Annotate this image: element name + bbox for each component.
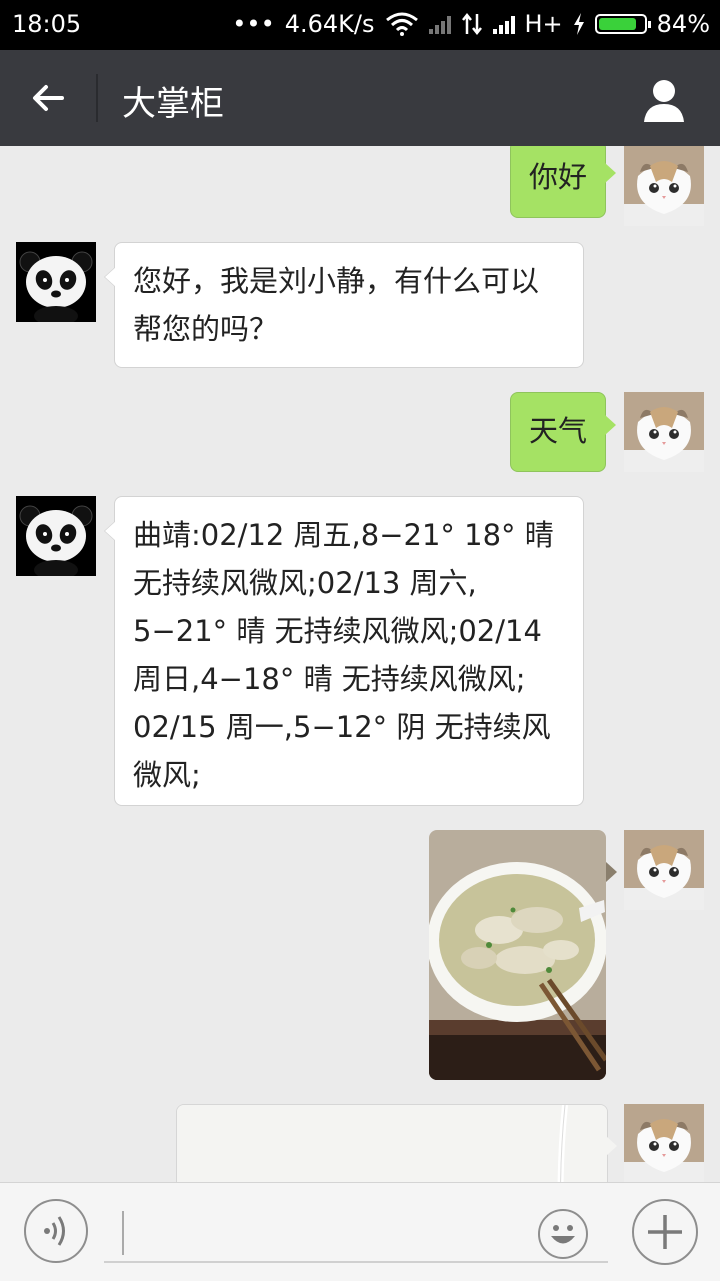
image-message[interactable] <box>429 830 606 1080</box>
contact-avatar[interactable] <box>16 496 96 576</box>
more-dots: ••• <box>232 10 275 38</box>
location-message[interactable] <box>176 1104 608 1182</box>
message-input[interactable] <box>104 1261 608 1263</box>
battery-icon <box>594 14 651 34</box>
header-divider <box>96 74 98 122</box>
dumplings-soup-photo <box>429 830 606 1080</box>
voice-button[interactable] <box>24 1199 88 1263</box>
message-text: 天气 <box>528 414 587 448</box>
message-text: 曲靖:02/12 周五,8−21° 18° 晴 无持续风微风;02/13 周六,… <box>133 518 554 792</box>
message-text: 您好，我是刘小静，有什么可以帮您的吗？ <box>133 264 540 346</box>
map-location <box>177 1105 607 1182</box>
message-text: 你好 <box>528 160 587 194</box>
my-avatar[interactable] <box>624 1104 704 1182</box>
data-transfer-icon <box>461 12 482 36</box>
battery-percent: 84% <box>656 10 710 38</box>
clock: 18:05 <box>12 10 82 38</box>
my-avatar[interactable] <box>624 830 704 910</box>
signal-icon-sim1 <box>428 14 451 34</box>
signal-icon-sim2 <box>492 14 515 34</box>
panda-avatar-image <box>16 242 96 322</box>
emoji-button[interactable] <box>538 1209 588 1259</box>
charging-icon <box>573 13 584 35</box>
plus-icon <box>648 1215 682 1249</box>
wifi-icon <box>385 12 418 36</box>
contact-avatar[interactable] <box>16 242 96 322</box>
chat-title: 大掌柜 <box>122 84 224 124</box>
my-avatar[interactable] <box>624 146 704 226</box>
image-bubble-tail <box>606 862 617 882</box>
status-indicators: ••• 4.64K/s H+ 84% <box>232 10 710 38</box>
chat-header: 大掌柜 <box>0 50 720 146</box>
message-bubble-outgoing[interactable]: 天气 <box>509 392 617 472</box>
emoji-icon <box>551 1225 575 1244</box>
location-bubble-tail <box>606 1136 617 1156</box>
panda-avatar-image <box>16 496 96 576</box>
message-bubble-incoming[interactable]: 曲靖:02/12 周五,8−21° 18° 晴 无持续风微风;02/13 周六,… <box>104 496 584 806</box>
message-list[interactable]: 你好 您好，我是刘小静，有什么可以帮您的吗？ 天气 曲靖:02/12 周五,8−… <box>0 146 720 1182</box>
more-button[interactable] <box>632 1199 698 1265</box>
cat-avatar-image <box>624 1104 704 1182</box>
network-type: H+ <box>524 10 563 38</box>
status-bar: 18:05 ••• 4.64K/s H+ 84% <box>0 0 720 50</box>
net-speed: 4.64K/s <box>284 10 375 38</box>
cat-avatar-image <box>624 146 704 226</box>
arrow-left-icon[interactable] <box>28 78 68 118</box>
battery-fill <box>598 18 636 30</box>
my-avatar[interactable] <box>624 392 704 472</box>
person-icon[interactable] <box>642 78 686 122</box>
text-cursor <box>122 1211 124 1255</box>
message-bubble-outgoing[interactable]: 你好 <box>509 146 617 218</box>
cat-avatar-image <box>624 830 704 910</box>
voice-icon <box>44 1216 65 1246</box>
message-bubble-incoming[interactable]: 您好，我是刘小静，有什么可以帮您的吗？ <box>104 242 584 368</box>
cat-avatar-image <box>624 392 704 472</box>
input-toolbar <box>0 1182 720 1281</box>
